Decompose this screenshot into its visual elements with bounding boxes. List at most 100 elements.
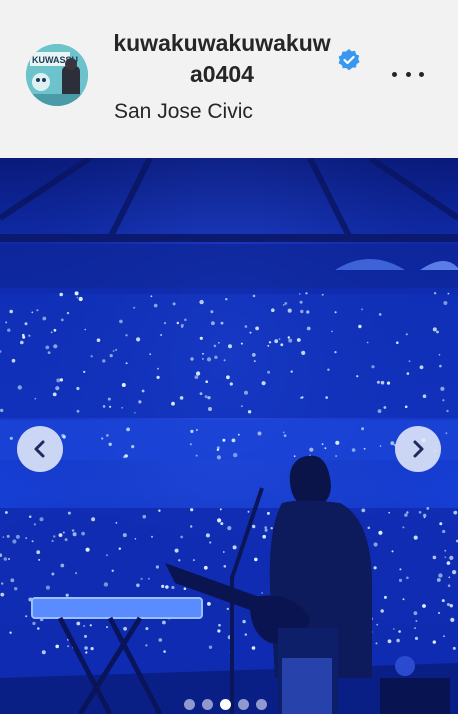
location-link[interactable]: San Jose Civic <box>114 98 253 126</box>
crowd-light <box>266 511 270 515</box>
crowd-light <box>452 570 457 575</box>
crowd-light <box>33 523 37 526</box>
crowd-light <box>36 550 41 555</box>
crowd-light <box>432 640 436 644</box>
crowd-light <box>136 337 141 342</box>
chevron-right-icon <box>413 440 424 458</box>
crowd-light <box>413 611 418 616</box>
crowd-light <box>121 383 126 387</box>
crowd-light <box>108 442 112 446</box>
crowd-light <box>413 535 418 540</box>
crowd-light <box>267 370 271 374</box>
crowd-light <box>226 375 230 380</box>
more-dot <box>419 71 424 77</box>
crowd-light <box>109 354 113 358</box>
crowd-light <box>229 382 233 386</box>
crowd-light <box>438 611 441 615</box>
crowd-light <box>254 557 258 562</box>
crowd-light <box>41 650 46 655</box>
crowd-light <box>386 381 391 385</box>
crowd-light <box>199 392 203 395</box>
username[interactable]: kuwakuwakuwakuwa0404 <box>108 28 336 90</box>
crowd-light <box>433 292 437 295</box>
crowd-light <box>85 651 88 654</box>
crowd-light <box>42 316 47 321</box>
post-photo[interactable] <box>0 158 458 714</box>
crowd-light <box>418 511 422 514</box>
crowd-light <box>373 542 378 547</box>
carousel-next-button[interactable] <box>395 426 441 472</box>
crowd-light <box>406 372 410 375</box>
crowd-light <box>161 584 165 588</box>
crowd-light <box>274 339 279 344</box>
crowd-light <box>383 406 387 409</box>
crowd-light <box>51 572 55 576</box>
crowd-light <box>255 326 259 331</box>
crowd-light <box>76 409 80 413</box>
crowd-light <box>208 407 212 411</box>
crowd-light <box>138 400 142 404</box>
crowd-light <box>149 353 152 356</box>
crowd-light <box>147 577 150 580</box>
crowd-light <box>65 593 69 597</box>
crowd-light <box>379 445 382 447</box>
crowd-light <box>423 513 427 518</box>
crowd-light <box>331 330 333 333</box>
crowd-light <box>203 565 208 570</box>
crowd-light <box>199 336 203 340</box>
crowd-light <box>449 604 453 608</box>
crowd-light <box>0 592 5 597</box>
crowd-light <box>158 638 163 642</box>
crowd-light <box>290 370 293 373</box>
crowd-light <box>75 572 78 575</box>
crowd-light <box>446 561 451 565</box>
avatar[interactable]: KUWASSU <box>26 44 88 106</box>
crowd-light <box>119 319 123 324</box>
crowd-light <box>309 447 314 452</box>
crowd-light <box>244 390 248 395</box>
crowd-light <box>278 338 281 340</box>
crowd-light <box>205 380 208 383</box>
crowd-light <box>36 309 39 312</box>
crowd-light <box>261 592 263 594</box>
crowd-light <box>158 509 161 512</box>
crowd-light <box>59 378 64 382</box>
crowd-light <box>84 328 87 331</box>
crowd-light <box>419 365 424 370</box>
crowd-light <box>299 300 303 304</box>
crowd-light <box>233 452 238 458</box>
crowd-light <box>334 351 337 354</box>
crowd-light <box>115 522 118 524</box>
crowd-light <box>216 455 221 460</box>
crowd-light <box>210 310 214 314</box>
crowd-light <box>101 437 104 440</box>
crowd-light <box>196 371 201 376</box>
crowd-light <box>358 324 362 329</box>
crowd-light <box>222 438 226 442</box>
crowd-light <box>445 432 448 435</box>
concert-scene <box>0 158 458 714</box>
crowd-light <box>287 308 292 313</box>
crowd-light <box>90 355 93 358</box>
crowd-light <box>446 603 450 606</box>
crowd-light <box>9 309 13 314</box>
crowd-light <box>59 292 63 297</box>
more-options-icon[interactable] <box>392 64 424 84</box>
crowd-light <box>196 429 198 431</box>
crowd-light <box>287 336 290 339</box>
crowd-light <box>406 511 409 514</box>
verified-badge-icon <box>337 48 361 72</box>
crowd-light <box>271 308 275 312</box>
crowd-light <box>28 515 32 518</box>
crowd-light <box>383 595 387 599</box>
crowd-light <box>223 565 227 568</box>
crowd-light <box>280 343 284 347</box>
crowd-light <box>31 540 34 543</box>
crowd-light <box>373 566 377 570</box>
crowd-light <box>60 318 64 322</box>
more-dot <box>392 71 397 77</box>
carousel-prev-button[interactable] <box>17 426 63 472</box>
crowd-light <box>39 517 44 522</box>
crowd-light <box>45 585 51 590</box>
crowd-light <box>195 454 198 457</box>
